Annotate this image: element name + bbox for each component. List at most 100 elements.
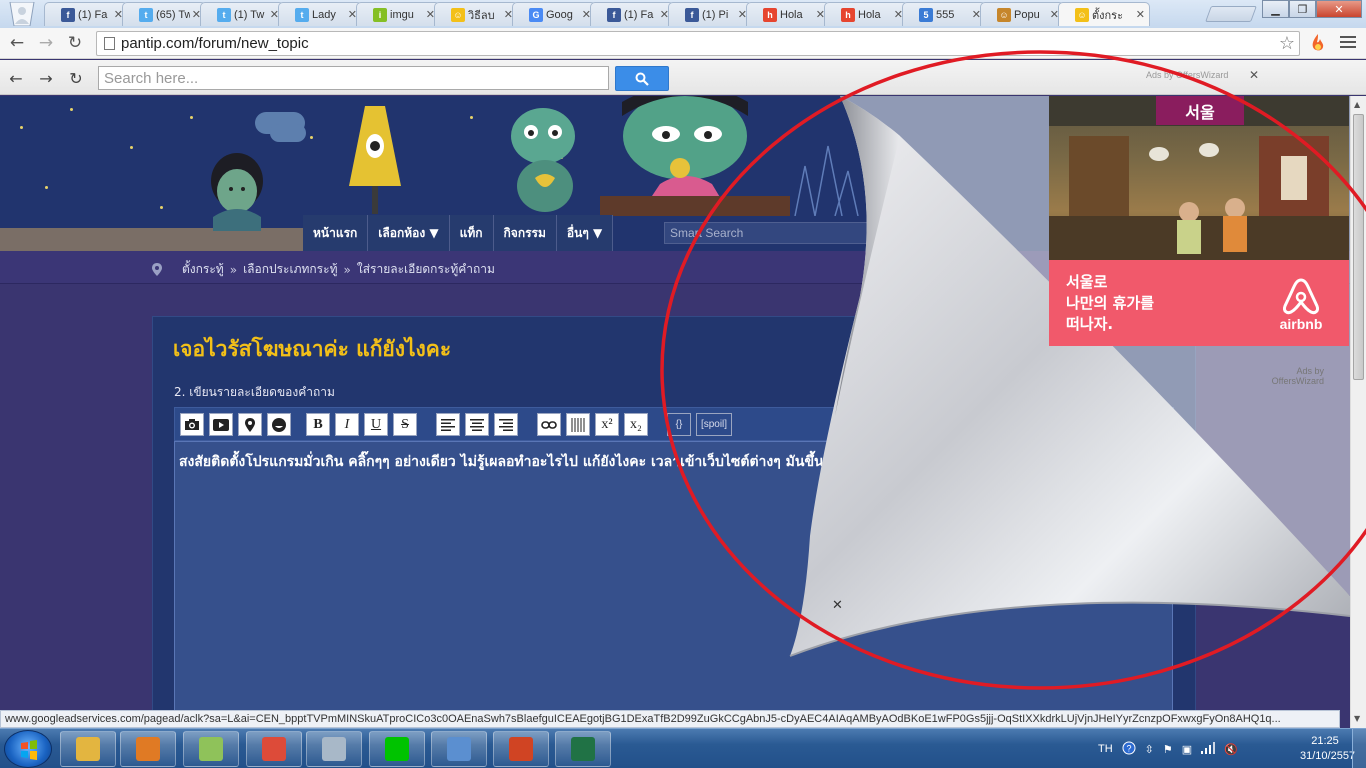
nav-tags[interactable]: แท็ก <box>450 215 494 252</box>
profile-icon[interactable] <box>8 2 36 26</box>
network-signal-icon[interactable] <box>1201 741 1216 757</box>
minimize-button[interactable]: ▁ <box>1262 0 1289 18</box>
start-button[interactable] <box>4 730 52 768</box>
system-clock[interactable]: 21:25 31/10/2557 <box>1300 734 1355 764</box>
scroll-thumb[interactable] <box>1353 114 1364 380</box>
underline-button[interactable]: U <box>364 413 388 436</box>
insert-map-button[interactable] <box>238 413 262 436</box>
browser-tab[interactable]: G Goog ✕ <box>512 2 596 26</box>
superscript-button[interactable]: x² <box>595 413 619 436</box>
new-topic-form: เจอไวรัสโฆษณาค่ะ แก้ยังไงคะ 2. เขียนรายล… <box>152 316 1196 710</box>
ads-by-label: Ads by OffersWizard <box>1271 366 1324 386</box>
question-detail-editor[interactable]: สงสัยติดตั้งโปรแกรมมั่วเกิน คลิ๊กๆๆ อย่า… <box>174 441 1173 710</box>
align-right-icon <box>499 418 513 431</box>
control-panel-icon <box>447 737 471 761</box>
toolbar-reload-icon[interactable]: ↻ <box>66 68 86 88</box>
taskbar-line[interactable] <box>369 731 425 767</box>
omnibox[interactable]: pantip.com/forum/new_topic ☆ <box>96 31 1300 56</box>
play-icon <box>213 418 229 431</box>
pantip-icon: ☺ <box>451 7 465 22</box>
nav-select-room[interactable]: เลือกห้อง ▼ <box>368 215 450 252</box>
browser-tab[interactable]: t (1) Tw ✕ <box>200 2 284 26</box>
breadcrumb-separator: » <box>343 262 351 277</box>
taskbar-control-panel[interactable] <box>431 731 487 767</box>
toolbar-back-icon[interactable]: ← <box>6 68 26 88</box>
browser-tab[interactable]: ☺ ตั้งกระ ✕ <box>1058 2 1150 26</box>
browser-tab[interactable]: t Lady ✕ <box>278 2 362 26</box>
taskbar-calculator[interactable] <box>306 731 362 767</box>
show-desktop-button[interactable] <box>1352 729 1366 768</box>
peel-ad-close-icon[interactable]: ✕ <box>832 598 843 613</box>
align-right-button[interactable] <box>494 413 518 436</box>
device-icon[interactable]: ▣ <box>1182 743 1192 756</box>
scroll-down-arrow-icon[interactable]: ▼ <box>1354 714 1360 723</box>
toolbar-search-button[interactable] <box>615 66 669 91</box>
scroll-up-arrow-icon[interactable]: ▲ <box>1354 100 1360 109</box>
map-pin-icon <box>245 417 255 432</box>
align-center-icon <box>470 418 484 431</box>
strikethrough-button[interactable]: S <box>393 413 417 436</box>
hola-icon: h <box>763 7 777 22</box>
spoil-button[interactable]: [spoil] <box>696 413 732 436</box>
browser-tab[interactable]: 5 555 ✕ <box>902 2 986 26</box>
bookmark-star-icon[interactable]: ☆ <box>1279 33 1295 54</box>
italic-button[interactable]: I <box>335 413 359 436</box>
insert-line-button[interactable] <box>566 413 590 436</box>
hr-icon <box>570 417 586 432</box>
browser-tab[interactable]: f (1) Pi ✕ <box>668 2 752 26</box>
taskbar-media-player[interactable] <box>120 731 176 767</box>
page-scrollbar[interactable]: ▲ ▼ <box>1350 96 1366 728</box>
toolbar-search-input[interactable] <box>98 66 609 90</box>
hola-extension-icon[interactable] <box>1307 32 1329 54</box>
code-button[interactable]: {} <box>667 413 691 436</box>
align-left-button[interactable] <box>436 413 460 436</box>
reload-icon[interactable]: ↻ <box>64 32 86 54</box>
tray-expand-icon[interactable]: ⇳ <box>1145 743 1154 756</box>
forward-arrow-icon[interactable]: → <box>35 32 57 54</box>
airbnb-belo-icon <box>1283 278 1319 315</box>
taskbar-chrome[interactable] <box>246 731 302 767</box>
bold-button[interactable]: B <box>306 413 330 436</box>
browser-tab[interactable]: h Hola ✕ <box>824 2 908 26</box>
back-arrow-icon[interactable]: ← <box>6 32 28 54</box>
new-tab-button[interactable] <box>1205 6 1257 22</box>
insert-emoticon-button[interactable] <box>267 413 291 436</box>
insert-link-button[interactable] <box>537 413 561 436</box>
nav-home[interactable]: หน้าแรก <box>303 215 369 252</box>
breadcrumb-create-topic[interactable]: ตั้งกระทู้ <box>182 260 224 279</box>
windows-explorer-2-icon <box>199 737 223 761</box>
maximize-button[interactable]: ❐ <box>1289 0 1316 18</box>
airbnb-banner-ad[interactable]: 서울 서울로 나만의 휴가를 떠나자. airbnb <box>1049 96 1349 346</box>
close-window-button[interactable]: ✕ <box>1316 0 1362 18</box>
nav-activities[interactable]: กิจกรรม <box>494 215 557 252</box>
chrome-menu-icon[interactable] <box>1340 34 1356 50</box>
browser-tab[interactable]: i imgu ✕ <box>356 2 440 26</box>
url-text[interactable]: pantip.com/forum/new_topic <box>121 35 309 52</box>
browser-tab[interactable]: f (1) Fa ✕ <box>590 2 674 26</box>
toolbar-forward-icon[interactable]: → <box>36 68 56 88</box>
browser-tab[interactable]: ☺ Popu ✕ <box>980 2 1064 26</box>
action-center-flag-icon[interactable]: ⚑ <box>1163 743 1173 756</box>
toolbar-close-icon[interactable]: ✕ <box>1249 68 1259 82</box>
language-indicator[interactable]: TH <box>1098 743 1113 755</box>
subscript-button[interactable]: x₂ <box>624 413 648 436</box>
tab-close-icon[interactable]: ✕ <box>1136 8 1145 21</box>
tab-title: Hola <box>858 8 881 21</box>
taskbar-explorer[interactable] <box>60 731 116 767</box>
browser-tab[interactable]: ☺ วิธีลบ ✕ <box>434 2 518 26</box>
browser-tab[interactable]: t (65) Tw ✕ <box>122 2 206 26</box>
taskbar-excel[interactable] <box>555 731 611 767</box>
volume-muted-icon[interactable]: 🔇 <box>1224 743 1238 756</box>
breadcrumb-topic-type[interactable]: เลือกประเภทกระทู้ <box>243 260 337 279</box>
browser-tab[interactable]: h Hola ✕ <box>746 2 830 26</box>
taskbar-powerpoint[interactable] <box>493 731 549 767</box>
insert-photo-button[interactable] <box>180 413 204 436</box>
insert-video-button[interactable] <box>209 413 233 436</box>
smart-search-input[interactable] <box>664 222 876 244</box>
browser-tab[interactable]: f (1) Fa ✕ <box>44 2 128 26</box>
facebook-icon: f <box>61 7 75 22</box>
taskbar-windows-explorer-2[interactable] <box>183 731 239 767</box>
nav-more[interactable]: อื่นๆ ▼ <box>557 215 614 252</box>
align-center-button[interactable] <box>465 413 489 436</box>
help-icon[interactable]: ? <box>1122 741 1136 758</box>
